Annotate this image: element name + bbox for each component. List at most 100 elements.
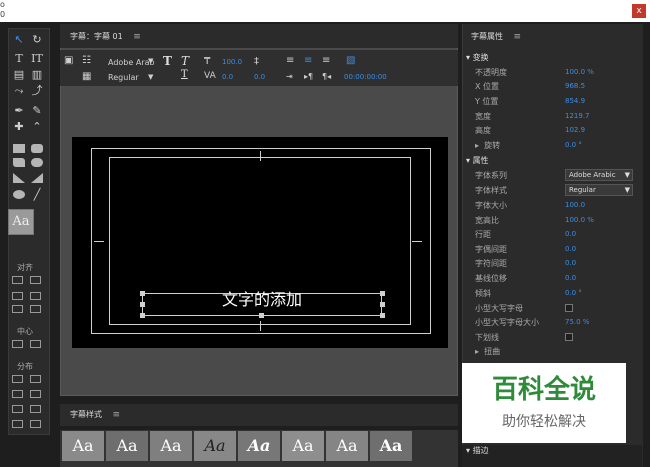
opacity-value[interactable]: 100.0 % bbox=[565, 67, 594, 78]
distribute-top-icon[interactable] bbox=[30, 390, 41, 398]
style-swatch-5[interactable]: Aa bbox=[238, 431, 280, 461]
panel-menu-icon[interactable]: ≡ bbox=[133, 32, 141, 42]
tab-stops-icon[interactable]: ⇥ bbox=[286, 72, 293, 81]
font-size-value[interactable]: 100.0 bbox=[222, 58, 242, 66]
slant-value[interactable]: 0.0 ° bbox=[565, 288, 582, 299]
style-swatch-4[interactable]: Aa bbox=[194, 431, 236, 461]
tab-left-icon[interactable]: ▸¶ bbox=[304, 72, 313, 81]
rounded-corner-tool-icon[interactable] bbox=[31, 158, 43, 167]
rotate-tool-icon[interactable]: ↻ bbox=[30, 33, 44, 46]
align-bottom-icon[interactable] bbox=[30, 305, 41, 313]
font-size-prop-value[interactable]: 100.0 bbox=[565, 200, 585, 211]
font-style-chevron-icon[interactable]: ▼ bbox=[148, 73, 153, 81]
style-swatch-6[interactable]: Aa bbox=[282, 431, 324, 461]
baseline-shift-value[interactable]: 0.0 bbox=[565, 273, 576, 284]
template-icon[interactable]: ▦ bbox=[82, 71, 91, 82]
style-swatch-3[interactable]: Aa bbox=[150, 431, 192, 461]
rotation-row[interactable]: ▸ 旋转 bbox=[475, 140, 500, 151]
align-left-icon[interactable] bbox=[12, 276, 23, 284]
close-button[interactable]: x bbox=[632, 4, 646, 18]
align-center-icon[interactable] bbox=[30, 276, 41, 284]
vertical-area-type-tool-icon[interactable]: ▥ bbox=[30, 68, 44, 81]
tracking-value[interactable]: 0.0 bbox=[565, 258, 576, 269]
kerning-value[interactable]: 0.0 bbox=[222, 73, 233, 81]
font-family-chevron-icon[interactable]: ▼ bbox=[148, 57, 153, 65]
line-tool-icon[interactable]: ╱ bbox=[30, 188, 44, 201]
leading-prop-value[interactable]: 0.0 bbox=[565, 229, 576, 240]
vertical-path-type-tool-icon[interactable]: ⤴ bbox=[30, 84, 44, 97]
handle-bottom-right[interactable] bbox=[380, 313, 385, 318]
border-section[interactable]: ▾ 描边 bbox=[466, 445, 489, 456]
distribute-vcenter-icon[interactable] bbox=[12, 405, 23, 413]
font-style-dropdown[interactable]: Regular ▼ bbox=[565, 184, 633, 196]
leading-value[interactable]: 0.0 bbox=[254, 73, 265, 81]
bold-icon[interactable]: T bbox=[163, 54, 172, 68]
ellipse-tool-icon[interactable] bbox=[13, 190, 25, 199]
width-value[interactable]: 1219.7 bbox=[565, 111, 590, 122]
font-family-dropdown[interactable]: Adobe Arabic ▼ bbox=[565, 169, 633, 181]
properties-section[interactable]: ▾ 属性 bbox=[466, 155, 489, 166]
title-editor-tab[interactable]: 字幕：字幕 01 ≡ bbox=[70, 31, 141, 42]
center-horizontal-icon[interactable] bbox=[12, 340, 23, 348]
styles-menu-icon[interactable]: ≡ bbox=[113, 410, 121, 420]
align-center-text-icon[interactable]: ≡ bbox=[304, 55, 312, 66]
show-video-icon[interactable]: ▧ bbox=[346, 55, 355, 66]
style-swatch-8[interactable]: Aa bbox=[370, 431, 412, 461]
new-title-icon[interactable]: ▣ bbox=[64, 55, 73, 66]
rounded-rectangle-tool-icon[interactable] bbox=[31, 144, 43, 153]
italic-icon[interactable]: T bbox=[181, 54, 189, 68]
vertical-type-tool-icon[interactable]: IT bbox=[30, 52, 44, 65]
handle-bottom-left[interactable] bbox=[140, 313, 145, 318]
title-properties-tab[interactable]: 字幕属性 ≡ bbox=[471, 31, 521, 42]
style-swatch-1[interactable]: Aa bbox=[62, 431, 104, 461]
align-right-icon[interactable] bbox=[12, 292, 23, 300]
kerning-prop-value[interactable]: 0.0 bbox=[565, 244, 576, 255]
align-top-icon[interactable] bbox=[30, 292, 41, 300]
selection-tool-icon[interactable]: ↖ bbox=[12, 33, 26, 46]
distribute-hcenter-icon[interactable] bbox=[30, 375, 41, 383]
transform-section[interactable]: ▾ 变换 bbox=[466, 52, 489, 63]
x-position-value[interactable]: 968.5 bbox=[565, 81, 585, 92]
rectangle-tool-icon[interactable] bbox=[13, 144, 25, 153]
font-style-select[interactable]: Regular bbox=[108, 73, 139, 82]
style-swatch-2[interactable]: Aa bbox=[106, 431, 148, 461]
y-position-value[interactable]: 854.9 bbox=[565, 96, 585, 107]
small-caps-checkbox[interactable] bbox=[565, 304, 573, 312]
style-swatch-7[interactable]: Aa bbox=[326, 431, 368, 461]
aspect-value[interactable]: 100.0 % bbox=[565, 215, 594, 226]
align-left-text-icon[interactable]: ≡ bbox=[286, 55, 294, 66]
caption-text[interactable]: 文字的添加 bbox=[142, 288, 382, 312]
distribute-vspace-icon[interactable] bbox=[30, 420, 41, 428]
roll-crawl-icon[interactable]: ☷ bbox=[82, 55, 91, 66]
distribute-bottom-icon[interactable] bbox=[30, 405, 41, 413]
pen-tool-icon[interactable]: ✒ bbox=[12, 104, 26, 117]
delete-anchor-tool-icon[interactable]: ✎ bbox=[30, 104, 44, 117]
underline-checkbox[interactable] bbox=[565, 333, 573, 341]
rotation-value[interactable]: 0.0 ° bbox=[565, 140, 582, 151]
properties-menu-icon[interactable]: ≡ bbox=[514, 32, 522, 42]
convert-anchor-tool-icon[interactable]: ⌃ bbox=[30, 120, 44, 133]
handle-middle-right[interactable] bbox=[380, 302, 385, 307]
center-vertical-icon[interactable] bbox=[30, 340, 41, 348]
handle-bottom-center[interactable] bbox=[259, 313, 264, 318]
handle-middle-left[interactable] bbox=[140, 302, 145, 307]
distribute-left-icon[interactable] bbox=[12, 375, 23, 383]
underline-icon[interactable]: T bbox=[181, 69, 188, 80]
add-anchor-tool-icon[interactable]: ✚ bbox=[12, 120, 26, 133]
handle-top-left[interactable] bbox=[140, 291, 145, 296]
align-middle-icon[interactable] bbox=[12, 305, 23, 313]
title-styles-tab[interactable]: 字幕样式 ≡ bbox=[70, 409, 120, 420]
timecode-value[interactable]: 00:00:00:00 bbox=[344, 73, 387, 81]
height-value[interactable]: 102.9 bbox=[565, 125, 585, 136]
handle-top-right[interactable] bbox=[380, 291, 385, 296]
area-type-tool-icon[interactable]: ▤ bbox=[12, 68, 26, 81]
distribute-right-icon[interactable] bbox=[12, 390, 23, 398]
align-right-text-icon[interactable]: ≡ bbox=[322, 55, 330, 66]
distribute-hspace-icon[interactable] bbox=[12, 420, 23, 428]
path-type-tool-icon[interactable]: ⤳ bbox=[12, 84, 26, 97]
small-caps-size-value[interactable]: 75.0 % bbox=[565, 317, 589, 328]
type-tool-icon[interactable]: T bbox=[12, 52, 26, 65]
clipped-rectangle-tool-icon[interactable] bbox=[13, 158, 25, 167]
tab-right-icon[interactable]: ¶◂ bbox=[322, 72, 331, 81]
distort-row[interactable]: ▸ 扭曲 bbox=[475, 346, 500, 357]
